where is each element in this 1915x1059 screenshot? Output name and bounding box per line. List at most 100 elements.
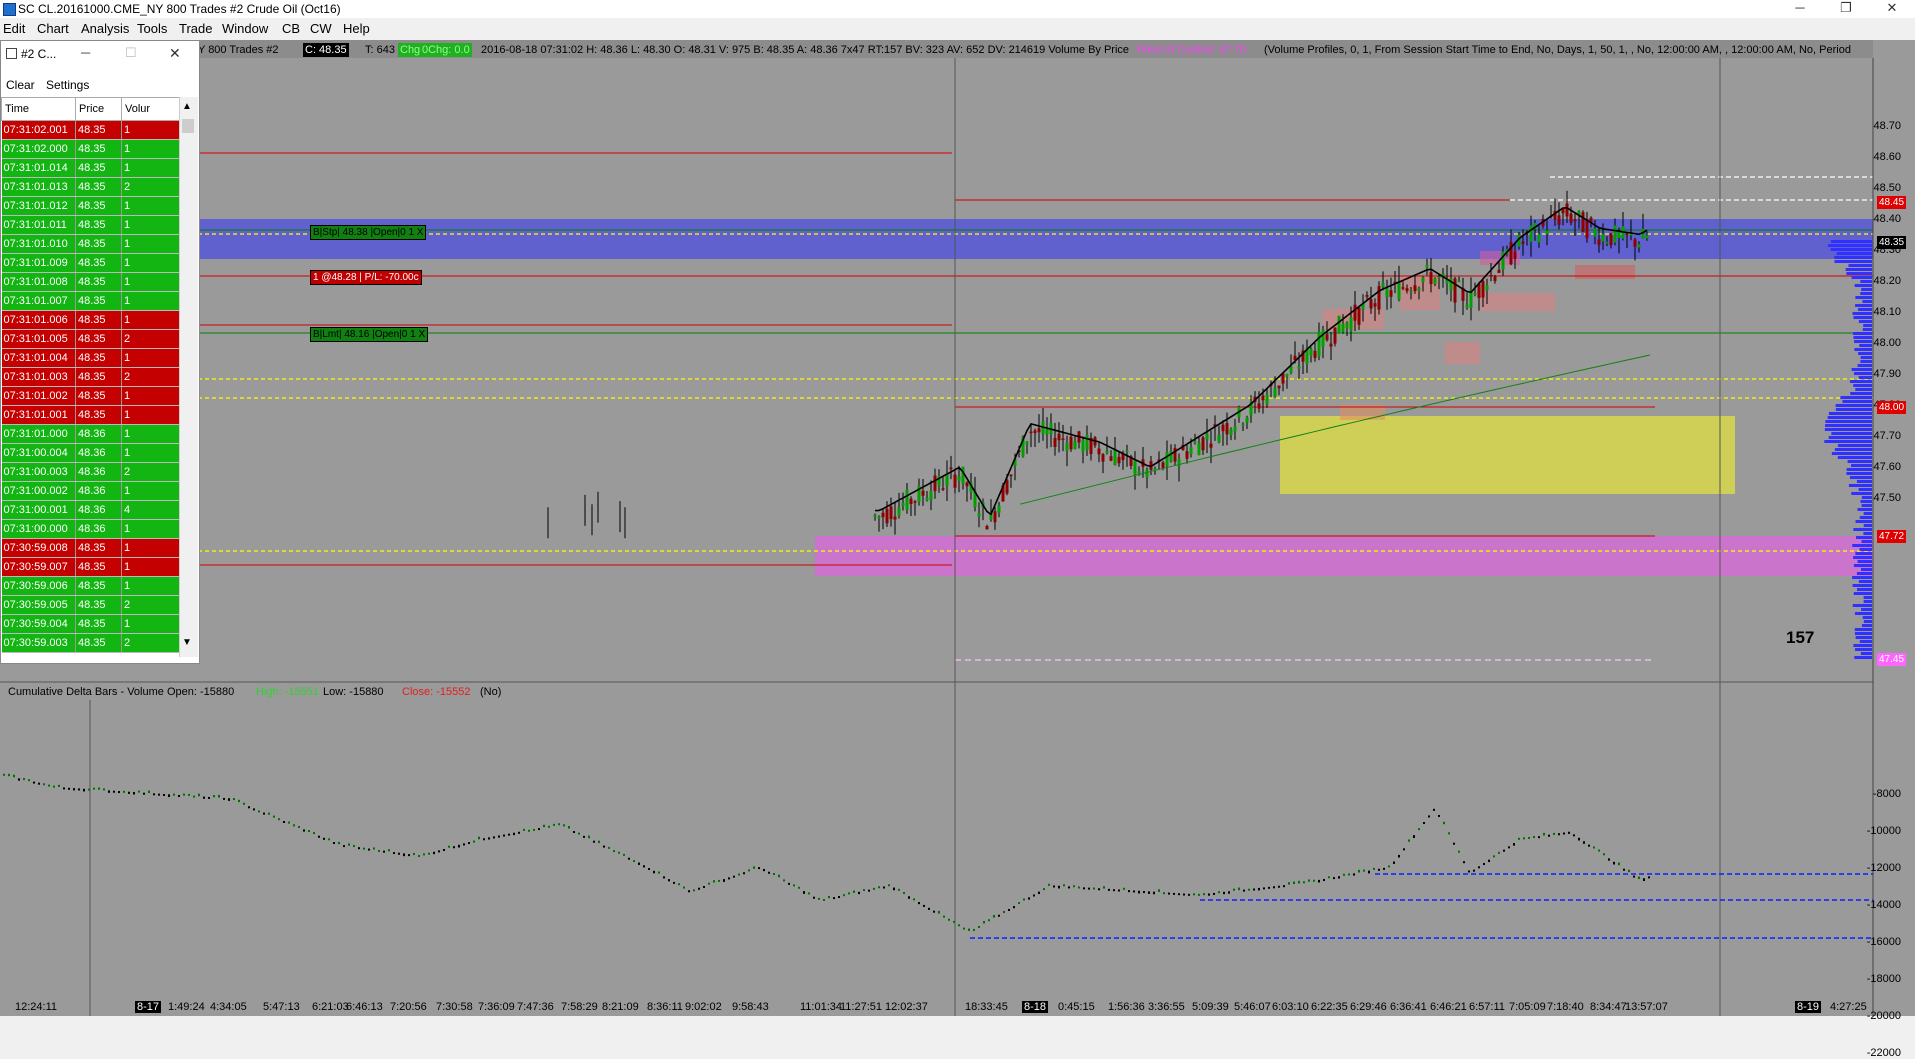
profile-bar: [1835, 404, 1872, 407]
ts-cell-time: 07:31:01.001: [1, 405, 76, 425]
delta-bar: [608, 846, 610, 849]
delta-bar: [518, 831, 520, 834]
chart-area[interactable]: Y 800 Trades #2 C: 48.35 T: 643 Chg: 0.0…: [0, 40, 1915, 1059]
ts-row[interactable]: 07:30:59.006 48.35 1: [1, 576, 183, 596]
ts-col-price[interactable]: Price: [75, 97, 122, 121]
ts-settings-button[interactable]: Settings: [46, 78, 89, 92]
ts-row[interactable]: 07:31:02.001 48.35 1: [1, 120, 183, 140]
candle-body: [1329, 343, 1333, 347]
ts-row[interactable]: 07:31:01.000 48.36 1: [1, 424, 183, 444]
ts-row[interactable]: 07:31:01.007 48.35 1: [1, 291, 183, 311]
delta-bar: [1368, 870, 1370, 874]
delta-bar: [1283, 885, 1285, 888]
ts-cell-price: 48.36: [75, 462, 122, 482]
ts-row[interactable]: 07:31:02.000 48.35 1: [1, 139, 183, 159]
delta-bar: [1048, 883, 1050, 886]
candle-body: [1341, 323, 1345, 332]
delta-bar: [768, 871, 770, 874]
candle-body: [1185, 451, 1189, 459]
ts-row[interactable]: 07:31:01.010 48.35 1: [1, 234, 183, 254]
ts-maximize-icon[interactable]: ☐: [125, 45, 137, 61]
delta-bar: [1363, 869, 1365, 872]
ts-row[interactable]: 07:30:59.004 48.35 1: [1, 614, 183, 634]
ts-row[interactable]: 07:31:01.011 48.35 1: [1, 215, 183, 235]
menu-window[interactable]: Window: [222, 21, 268, 36]
ts-row[interactable]: 07:30:59.007 48.35 1: [1, 557, 183, 577]
ts-row[interactable]: 07:31:01.009 48.35 1: [1, 253, 183, 273]
poc-zone: [815, 536, 1873, 576]
minimize-button[interactable]: ─: [1777, 0, 1823, 18]
menu-help[interactable]: Help: [343, 21, 370, 36]
ts-row[interactable]: 07:30:59.003 48.35 2: [1, 633, 183, 653]
menu-cw[interactable]: CW: [310, 21, 332, 36]
candle-body: [1085, 434, 1089, 450]
ts-close-icon[interactable]: ✕: [169, 45, 181, 62]
candle-body: [1309, 348, 1313, 356]
position-pnl-label[interactable]: 1 @48.28 | P/L: -70.00c: [310, 270, 422, 285]
ts-minimize-icon[interactable]: ─: [81, 45, 90, 60]
delta-bar: [258, 810, 260, 813]
menu-chart[interactable]: Chart: [37, 21, 69, 36]
scroll-up-icon[interactable]: ▲: [182, 101, 192, 112]
menu-trade[interactable]: Trade: [179, 21, 212, 36]
ts-cell-vol: 1: [121, 614, 183, 634]
delta-bar: [1138, 890, 1140, 894]
buy-stop-order[interactable]: B|Stp| 48.38 |Open|0 1 X: [310, 225, 427, 240]
profile-settings-label: (Volume Profiles, 0, 1, From Session Sta…: [1264, 44, 1851, 56]
ts-row[interactable]: 07:31:01.006 48.35 1: [1, 310, 183, 330]
ts-row[interactable]: 07:30:59.005 48.35 2: [1, 595, 183, 615]
ts-scrollbar[interactable]: ▲ ▼: [179, 97, 198, 657]
ts-row[interactable]: 07:31:01.001 48.35 1: [1, 405, 183, 425]
ts-row[interactable]: 07:31:01.012 48.35 1: [1, 196, 183, 216]
menu-edit[interactable]: Edit: [3, 21, 25, 36]
buy-limit-order[interactable]: B|Lmt| 48.16 |Open|0 1 X: [310, 327, 429, 342]
delta-bar: [703, 885, 705, 888]
ts-cell-vol: 1: [121, 405, 183, 425]
close-button[interactable]: ✕: [1869, 0, 1915, 18]
profile-bar: [1854, 284, 1872, 287]
ts-row[interactable]: 07:31:00.003 48.36 2: [1, 462, 183, 482]
candle-body: [1045, 429, 1049, 435]
menu-tools[interactable]: Tools: [137, 21, 167, 36]
delta-bar: [1588, 844, 1590, 847]
ts-row[interactable]: 07:31:01.013 48.35 2: [1, 177, 183, 197]
ts-row[interactable]: 07:31:01.008 48.35 1: [1, 272, 183, 292]
ts-row[interactable]: 07:31:01.005 48.35 2: [1, 329, 183, 349]
delta-bar: [1108, 888, 1110, 891]
ts-row[interactable]: 07:31:00.000 48.36 1: [1, 519, 183, 539]
ts-col-time[interactable]: Time: [1, 97, 76, 121]
menu-analysis[interactable]: Analysis: [81, 21, 129, 36]
ts-cell-vol: 1: [121, 348, 183, 368]
delta-bar: [1188, 893, 1190, 896]
maximize-button[interactable]: ❐: [1823, 0, 1869, 18]
candle-body: [1481, 280, 1485, 298]
menu-cb[interactable]: CB: [282, 21, 300, 36]
delta-bar: [908, 896, 910, 899]
delta-bar: [923, 904, 925, 907]
chart-canvas[interactable]: [0, 40, 1915, 1016]
delta-bar: [78, 788, 80, 791]
ts-clear-button[interactable]: Clear: [6, 78, 35, 92]
ts-row[interactable]: 07:31:00.004 48.36 1: [1, 443, 183, 463]
delta-bar: [1198, 893, 1200, 896]
ts-row[interactable]: 07:31:01.003 48.35 2: [1, 367, 183, 387]
ts-row[interactable]: 07:31:00.001 48.36 4: [1, 500, 183, 520]
ts-row[interactable]: 07:31:01.002 48.35 1: [1, 386, 183, 406]
ts-row[interactable]: 07:30:59.008 48.35 1: [1, 538, 183, 558]
delta-bar: [188, 793, 190, 796]
time-and-sales-window[interactable]: #2 C... ─ ☐ ✕ Clear Settings Time Price …: [0, 40, 200, 664]
ts-row[interactable]: 07:31:01.004 48.35 1: [1, 348, 183, 368]
ts-row[interactable]: 07:31:00.002 48.36 1: [1, 481, 183, 501]
profile-bar: [1831, 432, 1872, 435]
delta-bar: [253, 808, 255, 811]
delta-bar: [773, 872, 775, 875]
delta-bar: [918, 902, 920, 905]
ts-col-volume[interactable]: Volur: [121, 97, 183, 121]
ts-cell-time: 07:31:01.013: [1, 177, 76, 197]
scroll-down-icon[interactable]: ▼: [182, 637, 192, 648]
scroll-thumb[interactable]: [182, 119, 194, 133]
profile-bar: [1834, 256, 1872, 259]
ts-row[interactable]: 07:31:01.014 48.35 1: [1, 158, 183, 178]
time-axis-label: 7:30:58: [436, 1001, 473, 1013]
profile-bar: [1853, 592, 1872, 595]
